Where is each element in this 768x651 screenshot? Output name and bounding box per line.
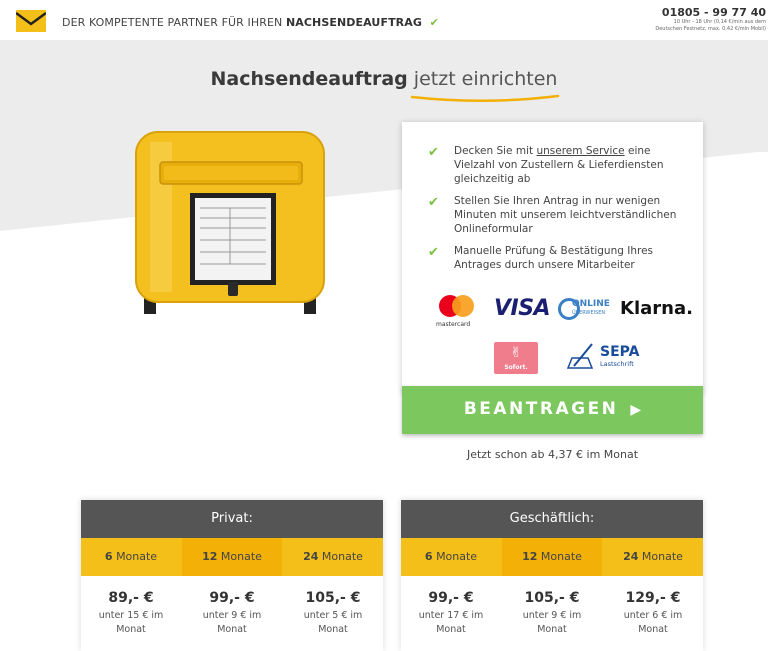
price-sub: unter 15 € im	[98, 610, 164, 621]
feature-text-before: Decken Sie mit	[454, 145, 537, 157]
online-label: ONLINE	[572, 299, 610, 309]
price-note: Jetzt schon ab 4,37 € im Monat	[466, 448, 639, 461]
price-sub: unter 6 € im	[623, 610, 683, 621]
sofort-hand-icon: ✌	[510, 345, 522, 361]
price-sub: Monat	[217, 624, 247, 635]
duration-num: 6	[104, 550, 113, 563]
price-cell: 99,- € unter 17 € im Monat	[401, 590, 501, 637]
price-sub: unter 9 € im	[522, 610, 582, 621]
duration-row: 6 Monate 12 Monate 24 Monate	[401, 538, 703, 576]
duration-num: 12	[202, 550, 218, 563]
tagline-bold: NACHSENDEAUFTRAG	[285, 16, 422, 29]
price-cell: 129,- € unter 6 € im Monat	[603, 590, 703, 637]
duration-unit: Monate	[436, 550, 478, 563]
duration-row: 6 Monate 12 Monate 24 Monate	[81, 538, 383, 576]
feature-text: Manuelle Prüfung & Bestätigung Ihres Ant…	[454, 245, 654, 271]
sepa-logo-icon: SEPA Lastschrift	[566, 340, 650, 374]
price-amount: 105,- €	[305, 590, 361, 606]
pricing-table-private: Privat: 6 Monate 12 Monate 24 Monate 89,…	[81, 500, 383, 651]
visa-logo-icon: VISA	[494, 296, 551, 321]
duration-unit: Monate	[540, 550, 582, 563]
duration-num: 6	[424, 550, 433, 563]
price-sub: unter 17 € im	[418, 610, 484, 621]
phone-note-2: Deutschen Festnetz, max. 0,42 €/min Mobi…	[655, 26, 766, 32]
price-sub: Monat	[318, 624, 348, 635]
pricing-table-business: Geschäftlich: 6 Monate 12 Monate 24 Mona…	[401, 500, 703, 651]
duration-num: 12	[522, 550, 538, 563]
check-icon: ✔	[428, 145, 439, 160]
sepa-label: SEPA	[600, 344, 640, 360]
mastercard-logo-icon: mastercard	[436, 294, 480, 332]
duration-unit: Monate	[641, 550, 683, 563]
price-cell: 105,- € unter 9 € im Monat	[502, 590, 602, 637]
price-sub: Monat	[116, 624, 146, 635]
feature-item: ✔ Manuelle Prüfung & Bestätigung Ihres A…	[426, 244, 686, 272]
pricing-title: Geschäftlich:	[401, 500, 703, 538]
title-light: jetzt einrichten	[413, 68, 558, 90]
title-underline-icon	[410, 94, 560, 103]
feature-item: ✔ Stellen Sie Ihren Antrag in nur wenige…	[426, 194, 686, 236]
price-cell: 105,- € unter 5 € im Monat	[283, 590, 383, 637]
price-row: 99,- € unter 17 € im Monat 105,- € unter…	[401, 576, 703, 651]
check-icon: ✔	[428, 245, 439, 260]
duration-unit: Monate	[220, 550, 262, 563]
duration-option[interactable]: 12 Monate	[182, 538, 282, 576]
price-amount: 105,- €	[524, 590, 580, 606]
ueberweisen-label: ÜBERWEISEN	[572, 310, 606, 316]
header: DER KOMPETENTE PARTNER FÜR IHREN NACHSEN…	[0, 0, 768, 44]
duration-option[interactable]: 24 Monate	[603, 538, 703, 576]
klarna-logo-icon: Klarna.	[620, 298, 693, 319]
tagline-prefix: DER KOMPETENTE PARTNER FÜR IHREN	[62, 16, 283, 29]
price-sub: Monat	[638, 624, 668, 635]
price-sub: Monat	[537, 624, 567, 635]
mastercard-label: mastercard	[436, 321, 471, 328]
beantragen-button[interactable]: BEANTRAGEN ▶	[402, 386, 703, 434]
play-arrow-icon: ▶	[630, 402, 642, 418]
mailbox-image	[135, 131, 325, 314]
beantragen-label: BEANTRAGEN	[463, 399, 619, 419]
feature-list: ✔ Decken Sie mit unserem Service eine Vi…	[426, 144, 686, 280]
duration-unit: Monate	[321, 550, 363, 563]
payment-methods: mastercard VISA ONLINE ÜBERWEISEN Klarna…	[402, 290, 703, 382]
envelope-logo-icon[interactable]	[16, 10, 46, 32]
duration-num: 24	[623, 550, 639, 563]
feature-card: ✔ Decken Sie mit unserem Service eine Vi…	[402, 122, 703, 392]
service-link[interactable]: unserem Service	[536, 145, 624, 157]
sofort-label: Sofort.	[504, 364, 528, 371]
price-row: 89,- € unter 15 € im Monat 99,- € unter …	[81, 576, 383, 651]
duration-option[interactable]: 12 Monate	[502, 538, 602, 576]
sofort-logo-icon: ✌ Sofort.	[494, 342, 538, 374]
check-icon: ✔	[429, 16, 439, 29]
tagline: DER KOMPETENTE PARTNER FÜR IHREN NACHSEN…	[62, 16, 439, 29]
feature-text: Stellen Sie Ihren Antrag in nur wenigen …	[454, 195, 677, 235]
price-amount: 89,- €	[108, 590, 154, 606]
price-sub: Monat	[436, 624, 466, 635]
price-amount: 99,- €	[209, 590, 255, 606]
duration-unit: Monate	[116, 550, 158, 563]
check-icon: ✔	[428, 195, 439, 210]
price-cell: 99,- € unter 9 € im Monat	[182, 590, 282, 637]
price-amount: 99,- €	[428, 590, 474, 606]
phone-note-1: 10 Uhr - 18 Uhr (0,14 €/min aus dem	[673, 19, 766, 25]
sepa-sub-label: Lastschrift	[600, 360, 634, 368]
feature-item: ✔ Decken Sie mit unserem Service eine Vi…	[426, 144, 686, 186]
online-ueberweisen-logo-icon: ONLINE ÜBERWEISEN	[558, 298, 614, 320]
phone-block: 01805 - 99 77 40 10 Uhr - 18 Uhr (0,14 €…	[655, 6, 766, 33]
price-amount: 129,- €	[625, 590, 681, 606]
duration-option[interactable]: 6 Monate	[81, 538, 181, 576]
phone-number[interactable]: 01805 - 99 77 40	[655, 6, 766, 19]
duration-num: 24	[303, 550, 319, 563]
price-sub: unter 5 € im	[303, 610, 363, 621]
duration-option[interactable]: 6 Monate	[401, 538, 501, 576]
price-cell: 89,- € unter 15 € im Monat	[81, 590, 181, 637]
title-bold: Nachsendeauftrag	[210, 68, 408, 90]
page-title: Nachsendeauftrag jetzt einrichten	[0, 68, 768, 90]
price-sub: unter 9 € im	[202, 610, 262, 621]
page: DER KOMPETENTE PARTNER FÜR IHREN NACHSEN…	[0, 0, 768, 651]
duration-option[interactable]: 24 Monate	[283, 538, 383, 576]
sepa-pen-icon	[566, 343, 594, 369]
pricing-title: Privat:	[81, 500, 383, 538]
